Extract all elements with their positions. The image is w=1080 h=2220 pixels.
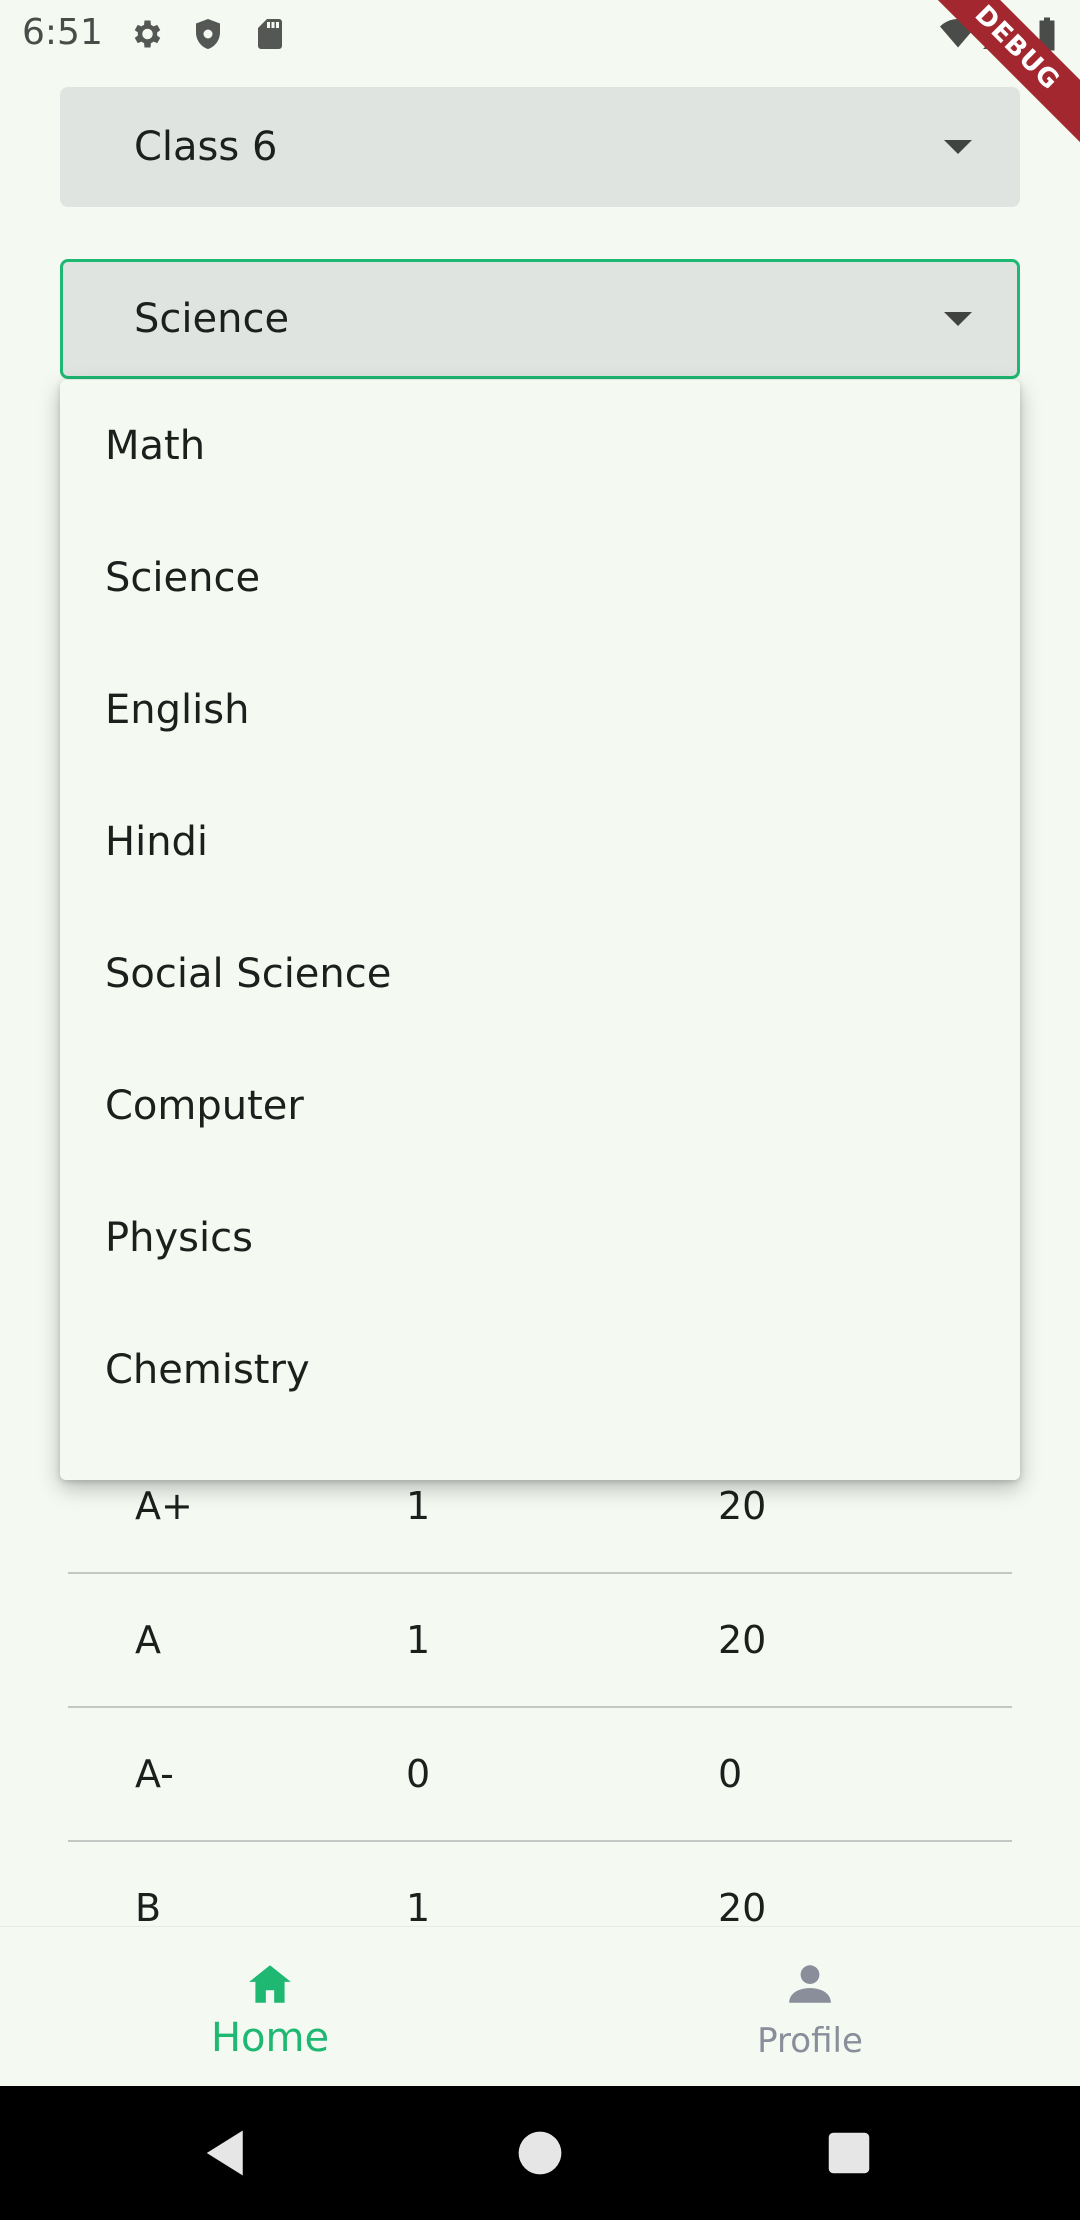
status-time: 6:51 <box>22 12 103 53</box>
home-circle-icon[interactable] <box>513 2126 567 2180</box>
menu-item-science[interactable]: Science <box>60 512 1020 644</box>
grade-table: A+ 1 20 A 1 20 A- 0 0 B 1 20 <box>68 1440 1012 1974</box>
class-dropdown-value: Class 6 <box>134 124 278 170</box>
class-dropdown[interactable]: Class 6 <box>60 87 1020 207</box>
menu-item-physics[interactable]: Physics <box>60 1172 1020 1304</box>
menu-item-hindi[interactable]: Hindi <box>60 776 1020 908</box>
grade-cell: A- <box>135 1752 174 1796</box>
menu-item-english[interactable]: English <box>60 644 1020 776</box>
subject-dropdown[interactable]: Science <box>60 259 1020 379</box>
bottom-navigation: Home Profile <box>0 1926 1080 2087</box>
home-icon <box>245 1957 295 2011</box>
menu-item-chemistry[interactable]: Chemistry <box>60 1304 1020 1436</box>
status-bar: 6:51 DEBUG <box>0 0 1080 145</box>
nav-home[interactable]: Home <box>0 1927 540 2087</box>
nav-profile[interactable]: Profile <box>540 1927 1080 2087</box>
settings-icon <box>128 16 164 52</box>
back-icon[interactable] <box>200 2126 254 2180</box>
count-cell: 1 <box>406 1618 431 1662</box>
menu-item-math[interactable]: Math <box>60 380 1020 512</box>
grade-cell: A <box>135 1618 161 1662</box>
table-row: A 1 20 <box>68 1574 1012 1708</box>
subject-dropdown-menu: Math Science English Hindi Social Scienc… <box>60 380 1020 1480</box>
percent-cell: 20 <box>718 1618 767 1662</box>
sd-card-icon <box>252 16 288 52</box>
recents-icon[interactable] <box>822 2126 876 2180</box>
menu-item-social-science[interactable]: Social Science <box>60 908 1020 1040</box>
nav-profile-label: Profile <box>757 2021 863 2061</box>
shield-icon <box>190 16 226 52</box>
nav-home-label: Home <box>210 2015 330 2061</box>
menu-item-computer[interactable]: Computer <box>60 1040 1020 1172</box>
dropdown-arrow-icon <box>944 312 972 326</box>
table-row: A- 0 0 <box>68 1708 1012 1842</box>
system-navigation-bar <box>0 2086 1080 2220</box>
dropdown-arrow-icon <box>944 140 972 154</box>
person-icon <box>785 1957 835 2011</box>
subject-dropdown-value: Science <box>134 296 290 342</box>
percent-cell: 0 <box>718 1752 743 1796</box>
count-cell: 0 <box>406 1752 431 1796</box>
